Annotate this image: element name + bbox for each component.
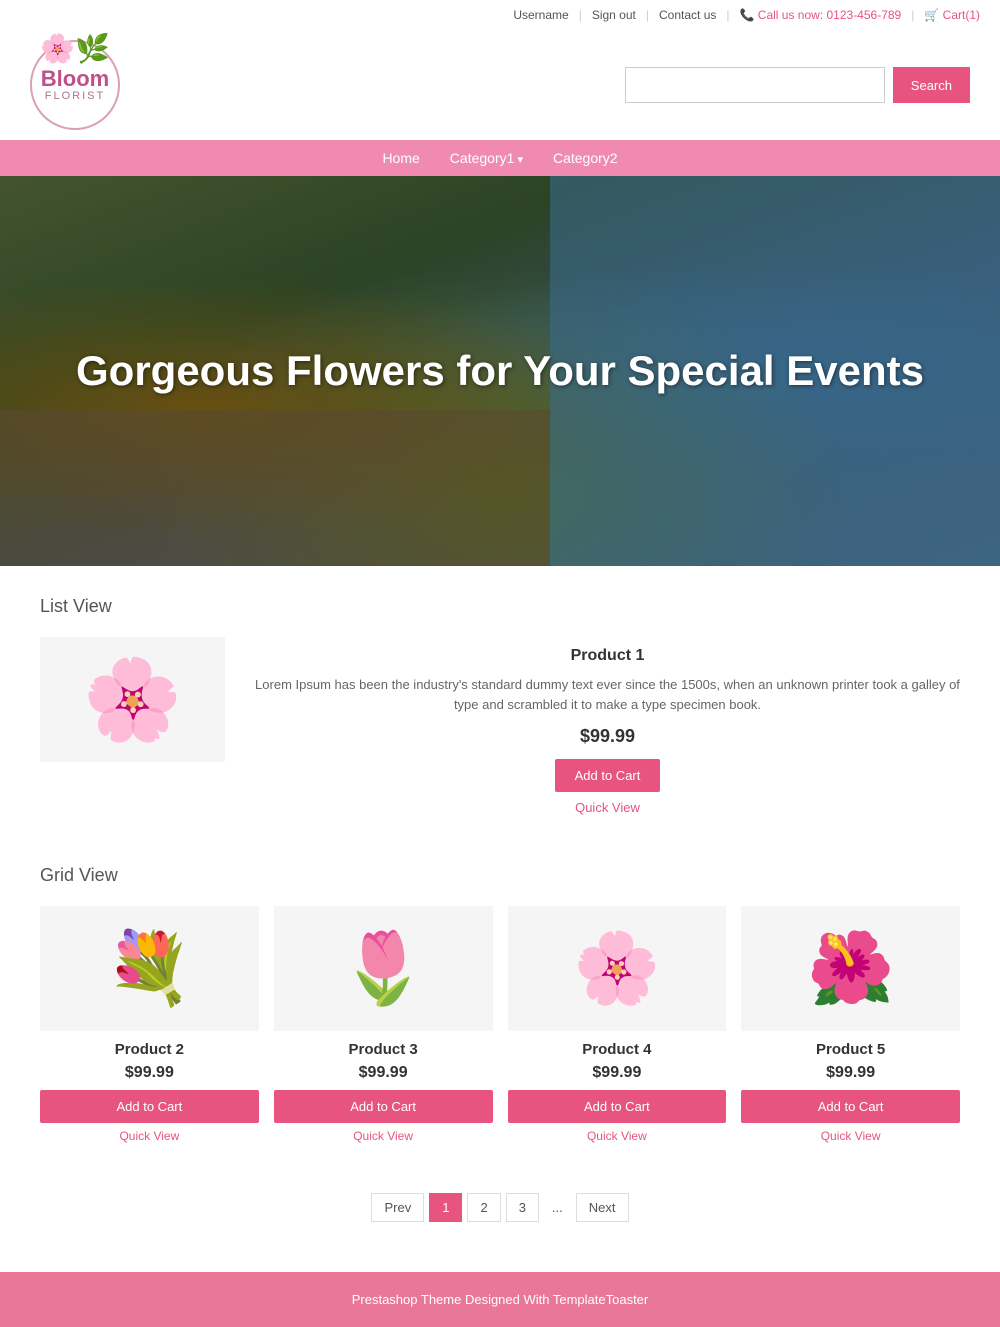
- grid-flower-icon-3: 🌷: [340, 928, 427, 1010]
- page-1-button[interactable]: 1: [429, 1193, 462, 1222]
- grid-flower-icon-5: 🌺: [807, 928, 894, 1010]
- grid-product-name-5: Product 5: [741, 1041, 960, 1058]
- search-area: Search: [625, 67, 970, 103]
- grid-product-price-4: $99.99: [508, 1064, 727, 1082]
- grid-quick-view-button-4[interactable]: Quick View: [587, 1129, 647, 1143]
- list-view-section: List View 🌸 Product 1 Lorem Ipsum has be…: [0, 566, 1000, 865]
- grid-quick-view-button-2[interactable]: Quick View: [119, 1129, 179, 1143]
- logo: 🌸🌿 Bloom FLORIST: [30, 40, 120, 130]
- pagination: Prev 1 2 3 ... Next: [0, 1173, 1000, 1252]
- list-product-name: Product 1: [255, 647, 960, 665]
- grid-product-price-5: $99.99: [741, 1064, 960, 1082]
- list-view-title: List View: [40, 596, 960, 617]
- cart-link[interactable]: 🛒 Cart(1): [924, 8, 980, 22]
- grid-add-to-cart-button-4[interactable]: Add to Cart: [508, 1090, 727, 1123]
- phone-icon: 📞: [740, 8, 755, 22]
- grid-quick-view-button-3[interactable]: Quick View: [353, 1129, 413, 1143]
- grid-view-section: Grid View 💐 Product 2 $99.99 Add to Cart…: [0, 865, 1000, 1173]
- footer: Prestashop Theme Designed With TemplateT…: [0, 1272, 1000, 1327]
- nav-category1[interactable]: Category1: [450, 150, 523, 166]
- hero-banner: Gorgeous Flowers for Your Special Events: [0, 176, 1000, 566]
- top-bar: Username | Sign out | Contact us | 📞 Cal…: [0, 0, 1000, 30]
- nav-category2[interactable]: Category2: [553, 150, 618, 166]
- page-3-button[interactable]: 3: [506, 1193, 539, 1222]
- grid-product-name-4: Product 4: [508, 1041, 727, 1058]
- pagination-dots: ...: [544, 1194, 571, 1221]
- list-product-info: Product 1 Lorem Ipsum has been the indus…: [255, 637, 960, 815]
- list-product-price: $99.99: [255, 726, 960, 747]
- phone-number: Call us now: 0123-456-789: [758, 8, 901, 22]
- separator3: |: [726, 8, 729, 22]
- hero-title: Gorgeous Flowers for Your Special Events: [76, 346, 924, 396]
- logo-area: 🌸🌿 Bloom FLORIST: [30, 40, 120, 130]
- grid-item: 🌷 Product 3 $99.99 Add to Cart Quick Vie…: [274, 906, 493, 1143]
- prev-button[interactable]: Prev: [371, 1193, 424, 1222]
- signout-link[interactable]: Sign out: [592, 8, 636, 22]
- list-product-description: Lorem Ipsum has been the industry's stan…: [255, 675, 960, 714]
- list-add-to-cart-button[interactable]: Add to Cart: [555, 759, 661, 792]
- username-link[interactable]: Username: [513, 8, 568, 22]
- grid-add-to-cart-button-3[interactable]: Add to Cart: [274, 1090, 493, 1123]
- footer-text: Prestashop Theme Designed With TemplateT…: [352, 1292, 649, 1307]
- grid-product-name-3: Product 3: [274, 1041, 493, 1058]
- grid-add-to-cart-button-5[interactable]: Add to Cart: [741, 1090, 960, 1123]
- separator1: |: [579, 8, 582, 22]
- logo-florist-text: FLORIST: [45, 90, 105, 102]
- list-product-flower-icon: 🌸: [83, 653, 183, 747]
- grid-container: 💐 Product 2 $99.99 Add to Cart Quick Vie…: [40, 906, 960, 1143]
- separator2: |: [646, 8, 649, 22]
- logo-bloom-text: Bloom: [41, 68, 109, 90]
- contact-link[interactable]: Contact us: [659, 8, 716, 22]
- grid-product-image-box: 🌷: [274, 906, 493, 1031]
- search-button[interactable]: Search: [893, 67, 970, 103]
- grid-item: 🌺 Product 5 $99.99 Add to Cart Quick Vie…: [741, 906, 960, 1143]
- grid-item: 🌸 Product 4 $99.99 Add to Cart Quick Vie…: [508, 906, 727, 1143]
- grid-product-image-box: 🌸: [508, 906, 727, 1031]
- grid-flower-icon-2: 💐: [106, 928, 193, 1010]
- page-2-button[interactable]: 2: [467, 1193, 500, 1222]
- grid-product-price-2: $99.99: [40, 1064, 259, 1082]
- search-input[interactable]: [625, 67, 885, 103]
- hero-content: Gorgeous Flowers for Your Special Events: [76, 346, 924, 396]
- cart-label: Cart(1): [943, 8, 980, 22]
- list-product-image-box: 🌸: [40, 637, 225, 762]
- grid-product-name-2: Product 2: [40, 1041, 259, 1058]
- logo-flowers-icon: 🌸🌿: [40, 32, 110, 65]
- header: 🌸🌿 Bloom FLORIST Search: [0, 30, 1000, 140]
- grid-product-image-box: 💐: [40, 906, 259, 1031]
- grid-product-image-box: 🌺: [741, 906, 960, 1031]
- next-button[interactable]: Next: [576, 1193, 629, 1222]
- grid-item: 💐 Product 2 $99.99 Add to Cart Quick Vie…: [40, 906, 259, 1143]
- separator4: |: [911, 8, 914, 22]
- nav-home[interactable]: Home: [382, 150, 419, 166]
- cart-icon: 🛒: [924, 8, 939, 22]
- list-quick-view-button[interactable]: Quick View: [575, 800, 640, 815]
- grid-add-to-cart-button-2[interactable]: Add to Cart: [40, 1090, 259, 1123]
- grid-product-price-3: $99.99: [274, 1064, 493, 1082]
- grid-quick-view-button-5[interactable]: Quick View: [821, 1129, 881, 1143]
- phone-info: 📞 Call us now: 0123-456-789: [740, 8, 902, 22]
- navigation: Home Category1 Category2: [0, 140, 1000, 176]
- grid-flower-icon-4: 🌸: [573, 928, 660, 1010]
- grid-view-title: Grid View: [40, 865, 960, 886]
- list-view-item: 🌸 Product 1 Lorem Ipsum has been the ind…: [40, 637, 960, 815]
